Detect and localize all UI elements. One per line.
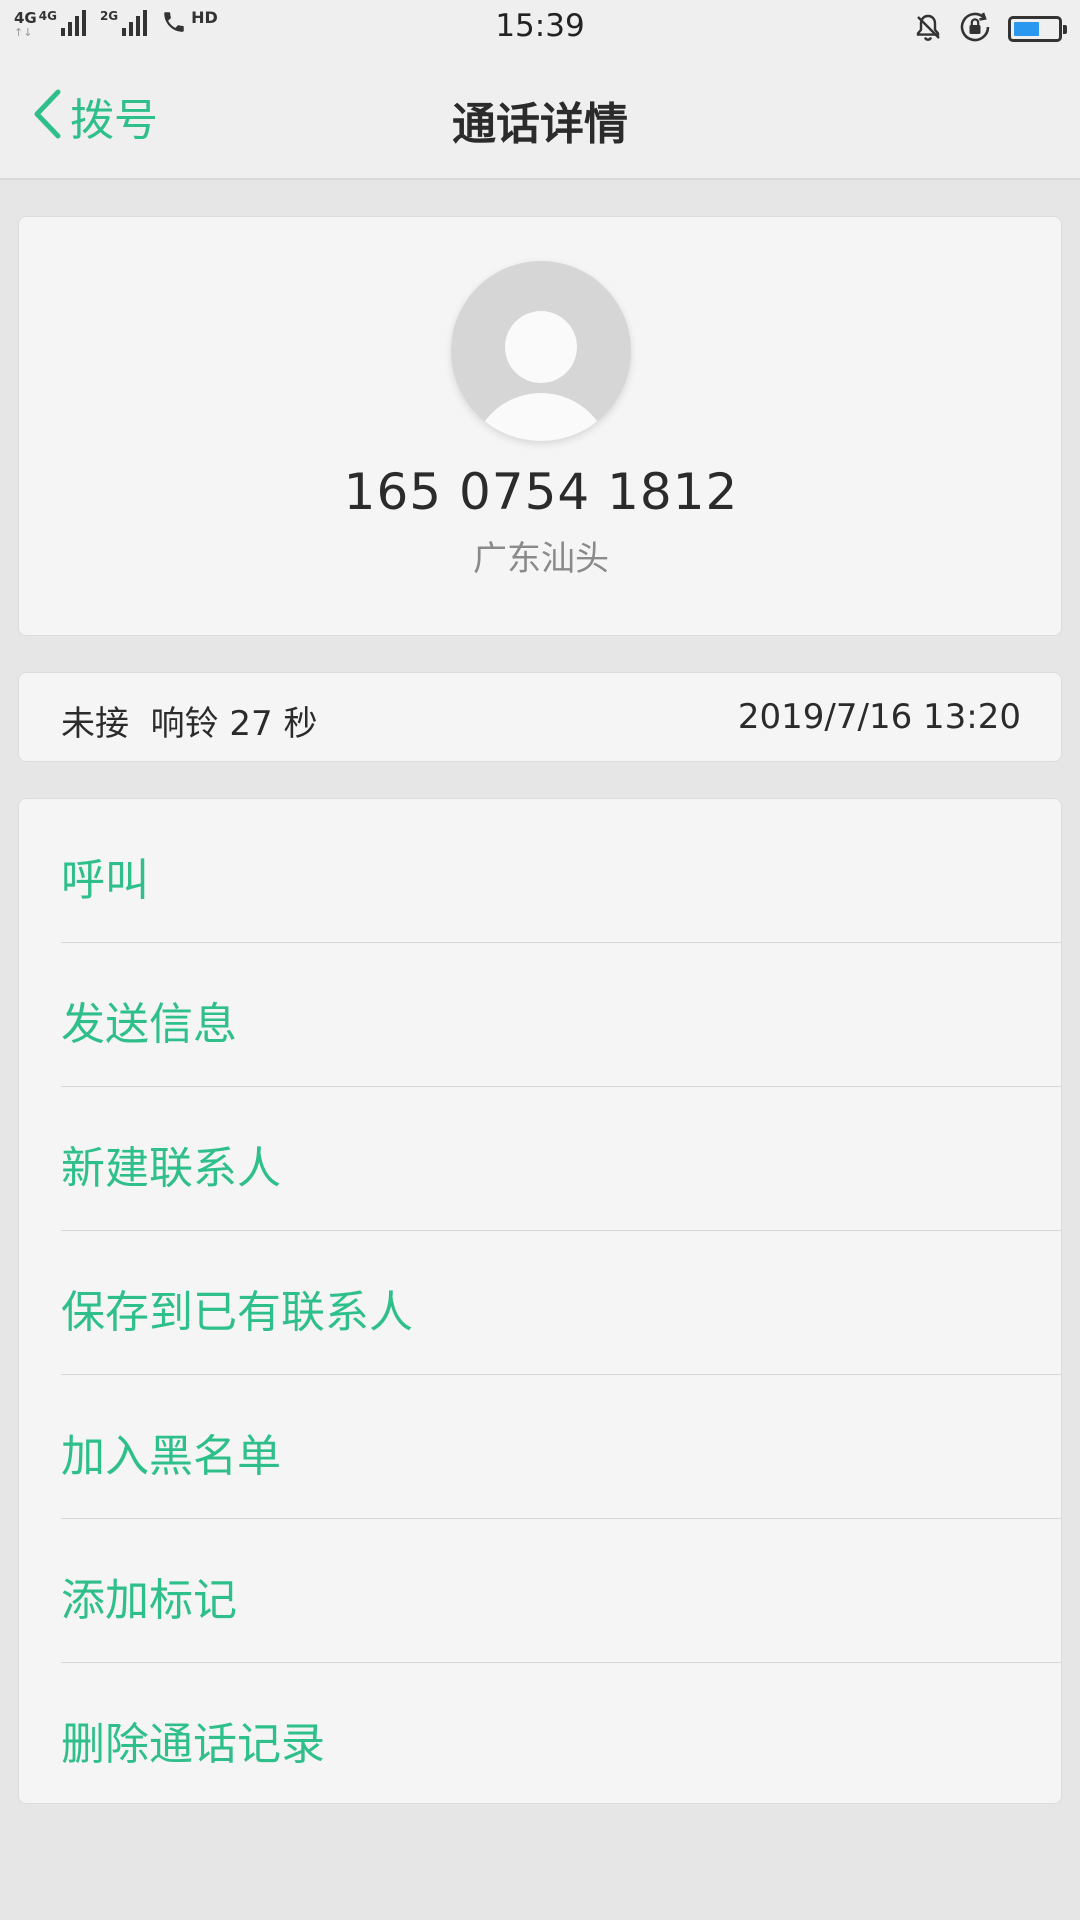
add-tag-button[interactable]: 添加标记	[19, 1519, 1061, 1663]
avatar	[451, 261, 631, 441]
rotation-lock-icon	[958, 10, 994, 48]
action-label: 呼叫	[61, 855, 149, 906]
battery-icon	[1008, 16, 1067, 42]
action-label: 删除通话记录	[61, 1719, 325, 1770]
call-status: 未接 响铃 27 秒	[61, 704, 318, 744]
call-button[interactable]: 呼叫	[19, 799, 1061, 943]
action-label: 加入黑名单	[61, 1431, 281, 1482]
avatar-body	[471, 393, 611, 441]
action-label: 新建联系人	[61, 1143, 281, 1194]
new-contact-button[interactable]: 新建联系人	[19, 1087, 1061, 1231]
number-location: 广东汕头	[473, 539, 609, 579]
battery-level	[1014, 22, 1039, 36]
phone-number: 165 0754 1812	[343, 463, 739, 521]
actions-list: 呼叫 发送信息 新建联系人 保存到已有联系人 加入黑名单 添加标记 删除通话记录	[18, 798, 1062, 1804]
avatar-head	[505, 311, 577, 383]
app-header: 拨号 通话详情	[0, 56, 1080, 180]
delete-call-log-button[interactable]: 删除通话记录	[19, 1663, 1061, 1803]
send-message-button[interactable]: 发送信息	[19, 943, 1061, 1087]
save-to-existing-contact-button[interactable]: 保存到已有联系人	[19, 1231, 1061, 1375]
contact-card: 165 0754 1812 广东汕头	[18, 216, 1062, 636]
status-bar: 4G ↑↓ 4G 2G HD 15:39	[0, 0, 1080, 56]
mute-bell-icon	[912, 11, 944, 47]
add-to-blacklist-button[interactable]: 加入黑名单	[19, 1375, 1061, 1519]
call-log-card: 未接 响铃 27 秒 2019/7/16 13:20	[18, 672, 1062, 762]
action-label: 发送信息	[61, 999, 237, 1050]
action-label: 添加标记	[61, 1575, 237, 1626]
call-datetime: 2019/7/16 13:20	[737, 697, 1021, 737]
status-bar-right	[912, 10, 1067, 48]
action-label: 保存到已有联系人	[61, 1287, 413, 1338]
page-title: 通话详情	[452, 99, 628, 150]
